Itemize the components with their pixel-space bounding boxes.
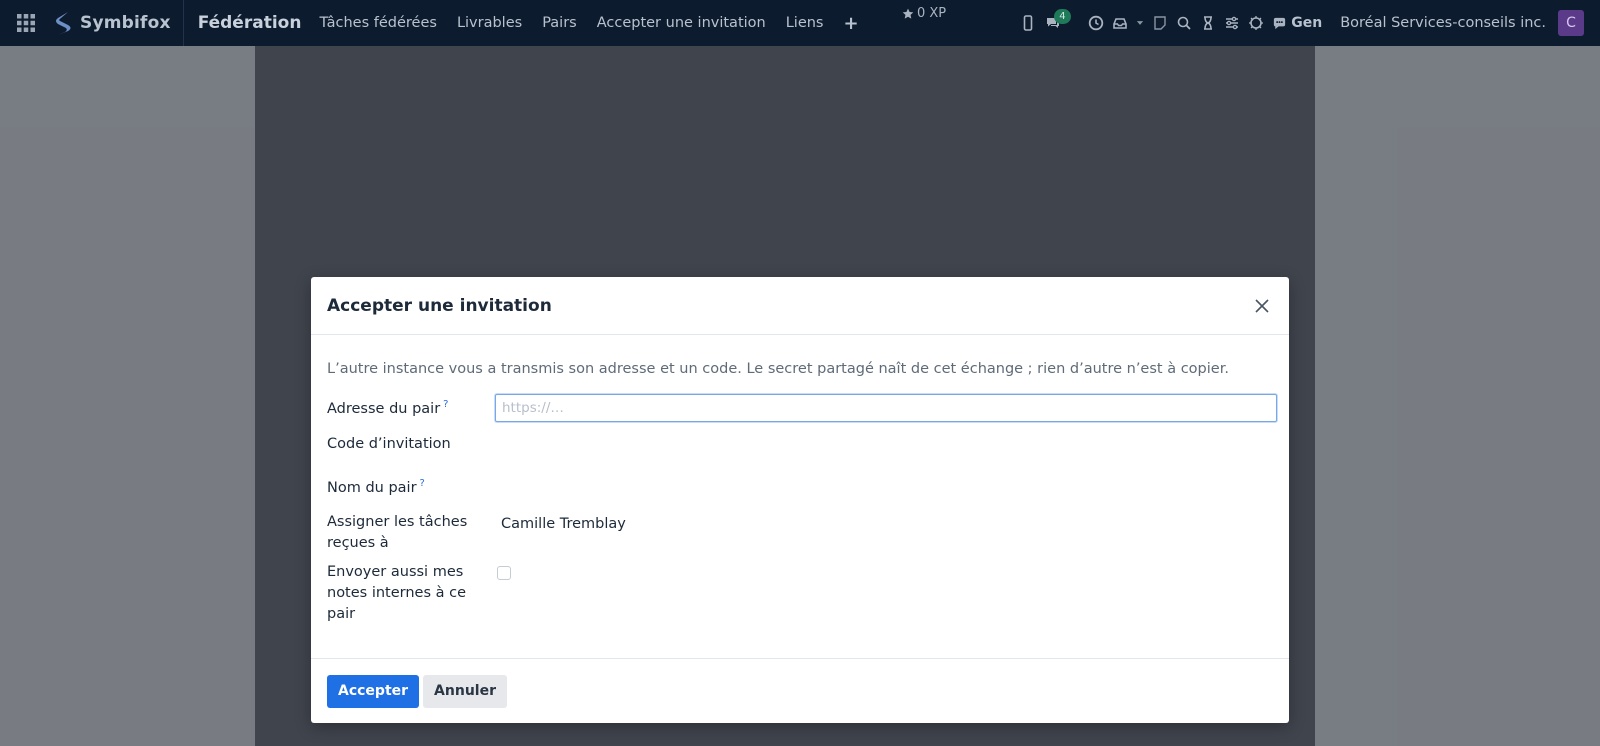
peer-address-row: Adresse du pair? (327, 394, 1277, 422)
sliders-icon[interactable] (1220, 0, 1244, 46)
dialog-footer: Accepter Annuler (311, 658, 1289, 723)
gen-assistant-button[interactable]: Gen (1272, 15, 1322, 31)
invitation-code-label: Code d’invitation (327, 436, 451, 452)
peer-address-input[interactable] (495, 394, 1277, 422)
main-menu: Tâches fédérées Livrables Pairs Accepter… (309, 0, 868, 46)
dialog-intro-text: L’autre instance vous a transmis son adr… (327, 361, 1229, 377)
peer-address-label: Adresse du pair? (327, 399, 449, 417)
cancel-button[interactable]: Annuler (423, 674, 507, 708)
send-notes-checkbox[interactable] (497, 566, 511, 580)
assign-to-row: Assigner les tâches reçues à Camille Tre… (327, 512, 1277, 554)
xp-indicator[interactable]: 0 XP (902, 6, 946, 21)
mobile-icon[interactable] (1016, 0, 1040, 46)
menu-item-accepter-invitation[interactable]: Accepter une invitation (587, 15, 776, 31)
inbox-icon[interactable] (1108, 0, 1132, 46)
peer-name-row: Nom du pair? (327, 473, 1277, 499)
messages-button[interactable]: 4 (1040, 0, 1076, 46)
dialog-body: L’autre instance vous a transmis son adr… (311, 335, 1289, 665)
gen-label: Gen (1291, 15, 1323, 31)
brand[interactable]: Symbifox (52, 0, 184, 46)
add-menu-button[interactable]: + (834, 13, 869, 34)
caret-down-icon[interactable] (1132, 0, 1148, 46)
help-tooltip-icon[interactable]: ? (443, 399, 448, 410)
xp-value: 0 XP (917, 6, 947, 21)
accept-button[interactable]: Accepter (327, 674, 420, 708)
menu-item-taches-federees[interactable]: Tâches fédérées (309, 15, 447, 31)
note-icon[interactable] (1148, 0, 1172, 46)
assign-to-label: Assigner les tâches reçues à (327, 514, 468, 551)
dialog-header: Accepter une invitation (311, 277, 1289, 335)
search-icon[interactable] (1172, 0, 1196, 46)
activity-clock-icon[interactable] (1084, 0, 1108, 46)
menu-item-livrables[interactable]: Livrables (447, 15, 532, 31)
apps-menu-button[interactable] (0, 0, 52, 46)
company-switcher[interactable]: Boréal Services-conseils inc. (1340, 15, 1546, 31)
chat-bubble-icon (1274, 17, 1286, 29)
dialog-title: Accepter une invitation (327, 295, 552, 316)
hourglass-icon[interactable] (1196, 0, 1220, 46)
brand-name: Symbifox (80, 13, 171, 33)
module-title[interactable]: Fédération (198, 13, 302, 33)
peer-name-field[interactable] (495, 473, 1277, 495)
messages-count-badge: 4 (1054, 9, 1071, 24)
invitation-code-row: Code d’invitation (327, 434, 1277, 456)
systray: 4 Gen Boréal Services-conseils inc. C (1016, 0, 1600, 46)
invitation-code-field[interactable] (495, 434, 1277, 456)
close-button[interactable] (1251, 295, 1273, 317)
send-notes-label: Envoyer aussi mes notes internes à ce pa… (327, 564, 467, 622)
star-icon (902, 8, 914, 19)
symbifox-logo-icon (56, 12, 71, 35)
accept-invitation-dialog: Accepter une invitation L’autre instance… (311, 277, 1289, 723)
send-notes-row: Envoyer aussi mes notes internes à ce pa… (327, 562, 1277, 625)
top-navbar: Symbifox Fédération Tâches fédérées Livr… (0, 0, 1600, 46)
menu-item-pairs[interactable]: Pairs (532, 15, 587, 31)
close-icon (1255, 299, 1269, 313)
peer-name-label: Nom du pair? (327, 478, 425, 496)
menu-item-liens[interactable]: Liens (776, 15, 834, 31)
bug-icon[interactable] (1244, 0, 1268, 46)
user-avatar[interactable]: C (1558, 10, 1584, 36)
assign-to-select[interactable]: Camille Tremblay (495, 512, 1277, 535)
grid-icon (17, 14, 35, 32)
help-tooltip-icon[interactable]: ? (420, 478, 425, 489)
